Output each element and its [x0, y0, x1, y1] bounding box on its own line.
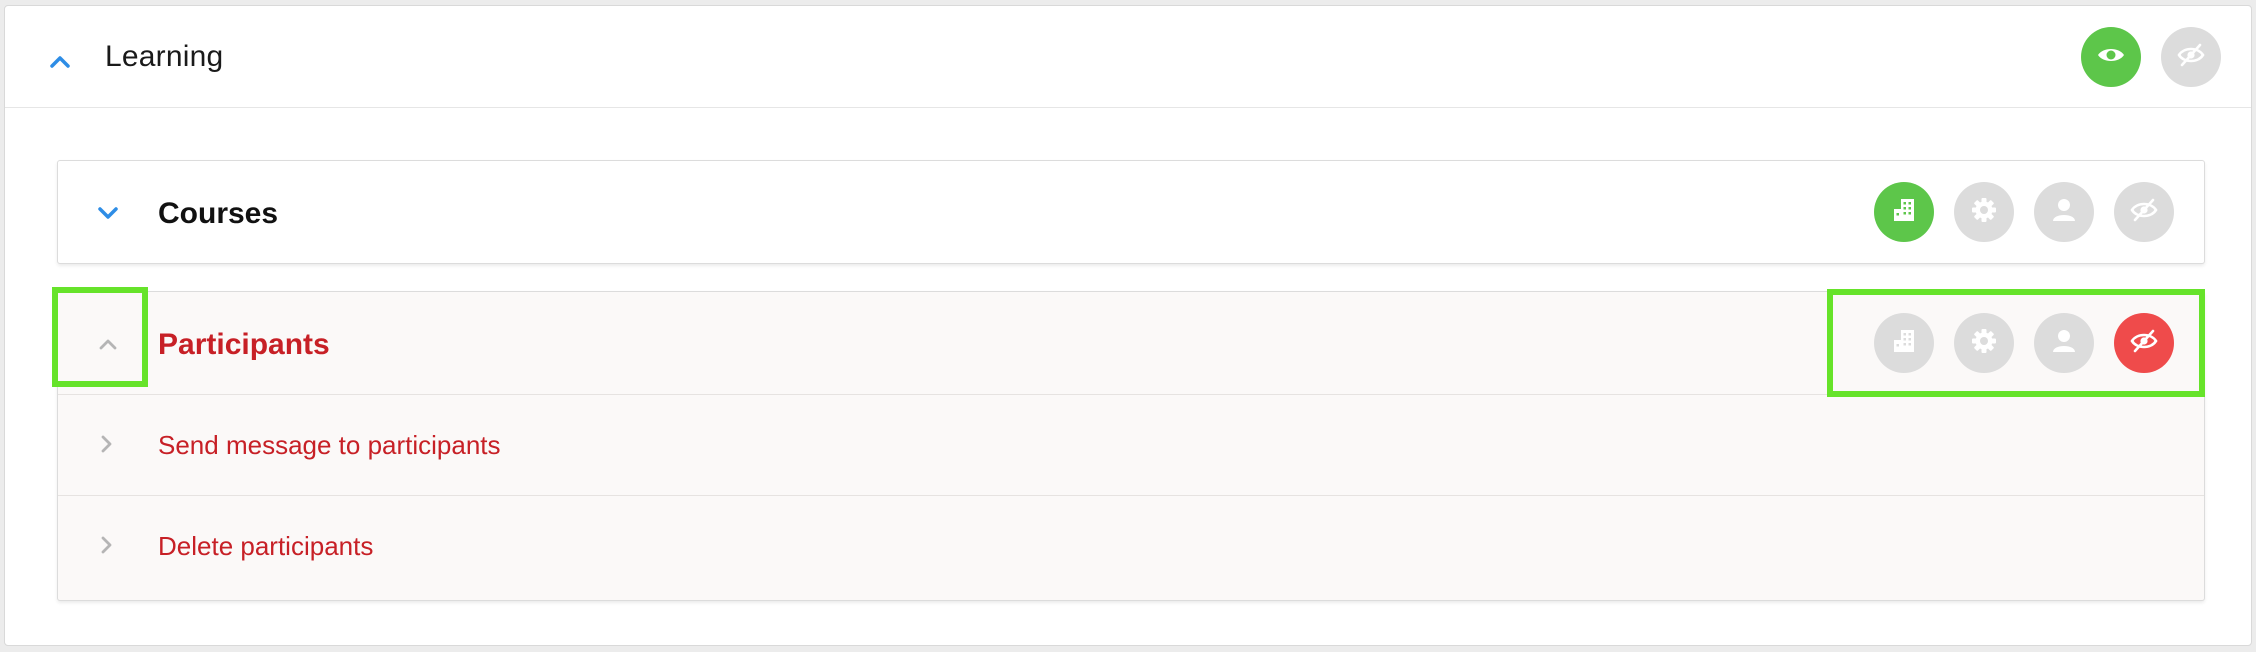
- section-header-learning[interactable]: Learning: [5, 6, 2251, 108]
- chevron-down-icon[interactable]: [90, 195, 126, 231]
- list-item-label[interactable]: Delete participants: [158, 531, 373, 562]
- courses-user-button[interactable]: [2034, 182, 2094, 242]
- list-item-label[interactable]: Send message to participants: [158, 430, 501, 461]
- highlight-box-participants-actions: [1827, 289, 2205, 397]
- user-icon: [2051, 197, 2077, 228]
- eye-icon: [2097, 45, 2125, 70]
- list-item[interactable]: Send message to participants: [58, 394, 2204, 495]
- visible-toggle-button[interactable]: [2081, 27, 2141, 87]
- list-item[interactable]: Delete participants: [58, 495, 2204, 596]
- hidden-toggle-button[interactable]: [2161, 27, 2221, 87]
- chevron-right-icon[interactable]: [92, 530, 122, 560]
- building-icon: [1891, 197, 1917, 228]
- gear-icon: [1970, 196, 1998, 229]
- chevron-up-icon[interactable]: [41, 42, 79, 80]
- chevron-right-icon[interactable]: [92, 429, 122, 459]
- courses-title: Courses: [158, 197, 279, 230]
- courses-card[interactable]: Courses: [57, 160, 2205, 264]
- section-title: Learning: [105, 40, 224, 73]
- courses-settings-button[interactable]: [1954, 182, 2014, 242]
- highlight-box-collapse-toggle: [52, 287, 148, 387]
- participants-title: Participants: [158, 328, 330, 361]
- eye-slash-icon: [2177, 43, 2205, 72]
- courses-building-button[interactable]: [1874, 182, 1934, 242]
- eye-slash-icon: [2130, 198, 2158, 227]
- courses-hidden-button[interactable]: [2114, 182, 2174, 242]
